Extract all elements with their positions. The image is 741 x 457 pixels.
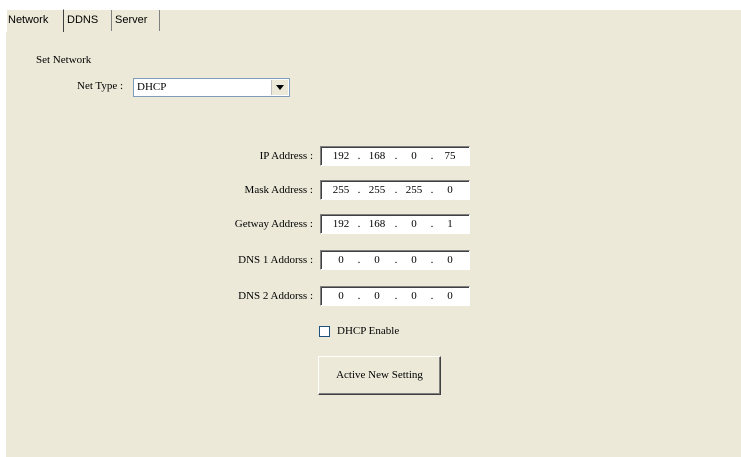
octet-separator: .	[430, 254, 434, 266]
chevron-down-icon	[276, 85, 284, 90]
ip-octet[interactable]: 1	[436, 218, 464, 230]
mask-address-field[interactable]: 255 . 255 . 255 . 0	[320, 180, 470, 200]
ip-octet[interactable]: 0	[400, 150, 428, 162]
dns2-address-field[interactable]: 0 . 0 . 0 . 0	[320, 286, 470, 306]
ip-octet[interactable]: 192	[327, 150, 355, 162]
ip-address-field[interactable]: 192 . 168 . 0 . 75	[320, 146, 470, 166]
ip-address-label: IP Address :	[259, 150, 313, 162]
ip-octet[interactable]: 0	[363, 290, 391, 302]
tab-ddns[interactable]: DDNS	[64, 10, 112, 31]
tab-network-label: Network	[8, 14, 49, 26]
ip-octet[interactable]: 0	[327, 254, 355, 266]
ip-octet[interactable]: 255	[363, 184, 391, 196]
gateway-address-label: Getway Address :	[234, 218, 313, 230]
octet-separator: .	[430, 218, 434, 230]
dns1-address-field[interactable]: 0 . 0 . 0 . 0	[320, 250, 470, 270]
ip-octet[interactable]: 0	[436, 184, 464, 196]
octet-separator: .	[394, 150, 398, 162]
octet-separator: .	[430, 184, 434, 196]
section-title: Set Network	[36, 54, 92, 66]
net-type-value: DHCP	[137, 81, 167, 93]
tab-network[interactable]: Network	[6, 9, 64, 32]
octet-separator: .	[357, 218, 361, 230]
ip-octet[interactable]: 0	[400, 254, 428, 266]
mask-address-label: Mask Address :	[244, 184, 313, 196]
ip-octet[interactable]: 75	[436, 150, 464, 162]
ip-octet[interactable]: 192	[327, 218, 355, 230]
octet-separator: .	[430, 290, 434, 302]
tab-server[interactable]: Server	[112, 10, 160, 31]
net-type-label: Net Type :	[77, 80, 124, 92]
octet-separator: .	[357, 290, 361, 302]
dns2-address-label: DNS 2 Addorss :	[238, 290, 313, 302]
octet-separator: .	[357, 254, 361, 266]
ip-octet[interactable]: 255	[400, 184, 428, 196]
octet-separator: .	[357, 150, 361, 162]
ip-octet[interactable]: 0	[436, 254, 464, 266]
ip-octet[interactable]: 168	[363, 218, 391, 230]
tab-ddns-label: DDNS	[67, 14, 99, 26]
dropdown-button[interactable]	[271, 80, 288, 95]
tab-server-label: Server	[115, 14, 148, 26]
ip-octet[interactable]: 0	[436, 290, 464, 302]
ip-octet[interactable]: 0	[400, 290, 428, 302]
octet-separator: .	[394, 290, 398, 302]
dns1-address-label: DNS 1 Addorss :	[238, 254, 313, 266]
net-type-select[interactable]: DHCP	[133, 78, 290, 97]
octet-separator: .	[394, 218, 398, 230]
active-new-setting-button[interactable]: Active New Setting	[318, 356, 441, 395]
ip-octet[interactable]: 255	[327, 184, 355, 196]
octet-separator: .	[357, 184, 361, 196]
ip-octet[interactable]: 0	[327, 290, 355, 302]
ip-octet[interactable]: 0	[400, 218, 428, 230]
octet-separator: .	[394, 254, 398, 266]
gateway-address-field[interactable]: 192 . 168 . 0 . 1	[320, 214, 470, 234]
octet-separator: .	[394, 184, 398, 196]
octet-separator: .	[430, 150, 434, 162]
ip-octet[interactable]: 0	[363, 254, 391, 266]
dhcp-enable-label[interactable]: DHCP Enable	[337, 325, 399, 337]
dhcp-enable-checkbox[interactable]	[319, 326, 330, 337]
ip-octet[interactable]: 168	[363, 150, 391, 162]
